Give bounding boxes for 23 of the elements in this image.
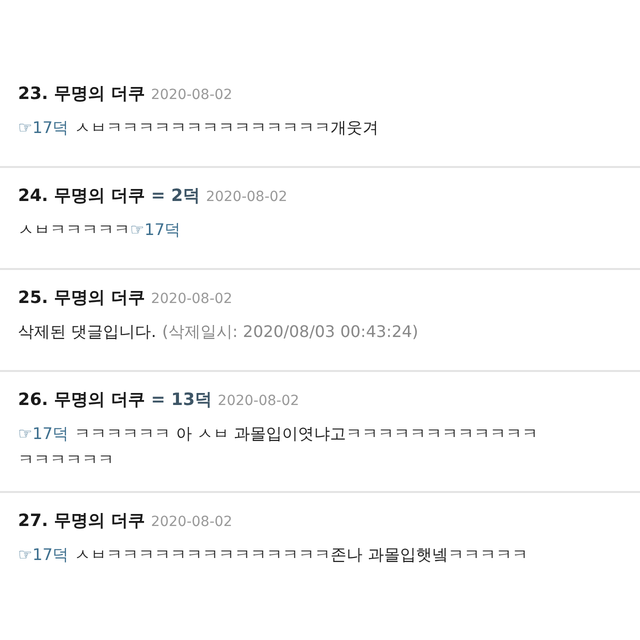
comment-text: ㅋㅋㅋㅋㅋㅋ — [18, 449, 114, 471]
reply-link[interactable]: ☞17덕 — [18, 545, 69, 564]
comment-author: 27. 무명의 더쿠 — [18, 510, 145, 532]
comment-author: 26. 무명의 더쿠 — [18, 389, 145, 411]
comment-text: ㅅㅂㅋㅋㅋㅋㅋ — [18, 220, 130, 239]
comment-date: 2020-08-02 — [150, 87, 232, 103]
comment-date: 2020-08-02 — [206, 189, 288, 205]
comment-text: ㅅㅂㅋㅋㅋㅋㅋㅋㅋㅋㅋㅋㅋㅋㅋㅋ개웃겨 — [74, 118, 379, 137]
reply-link[interactable]: ☞17덕 — [18, 424, 69, 443]
comment-date: 2020-08-02 — [218, 393, 300, 409]
deleted-time: (삭제일시: 2020/08/03 00:43:24) — [162, 322, 418, 341]
comment-author: 24. 무명의 더쿠 — [18, 185, 145, 207]
comment-text: 삭제된 댓글입니다. — [18, 322, 156, 341]
reply-link[interactable]: ☞17덕 — [130, 220, 181, 239]
comment-text: ㅋㅋㅋㅋㅋㅋ 아 ㅅㅂ 과몰입이엿냐고ㅋㅋㅋㅋㅋㅋㅋㅋㅋㅋㅋㅋ — [74, 424, 538, 443]
comment-author: 25. 무명의 더쿠 — [18, 287, 145, 309]
reply-count[interactable]: = 13덕 — [150, 388, 212, 411]
comment-text: ㅅㅂㅋㅋㅋㅋㅋㅋㅋㅋㅋㅋㅋㅋㅋㅋ존나 과몰입햇넼ㅋㅋㅋㅋㅋ — [74, 545, 528, 564]
comment-author: 23. 무명의 더쿠 — [18, 83, 145, 105]
reply-count[interactable]: = 2덕 — [150, 184, 200, 207]
comment-date: 2020-08-02 — [150, 514, 232, 530]
reply-link[interactable]: ☞17덕 — [18, 118, 69, 137]
comment-date: 2020-08-02 — [150, 291, 232, 307]
